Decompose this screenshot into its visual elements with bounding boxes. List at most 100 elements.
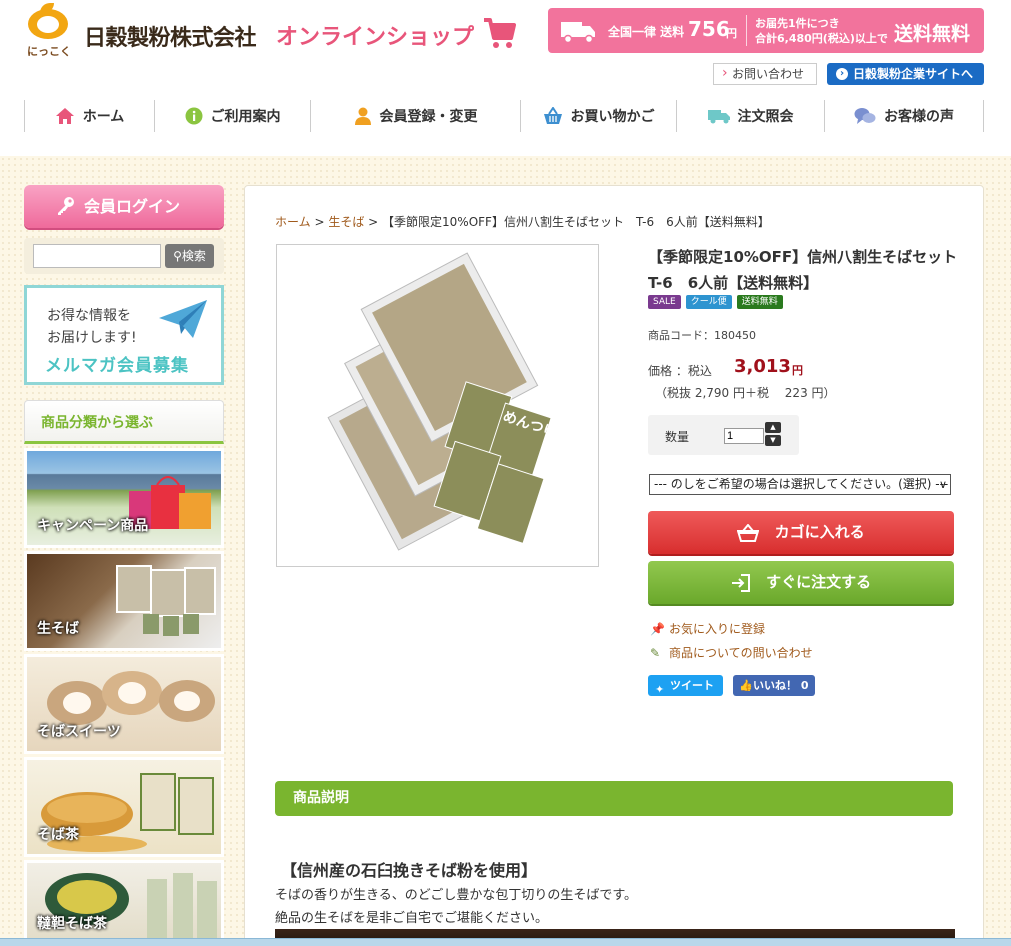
login-label: 会員ログイン bbox=[84, 197, 181, 216]
nav-guide[interactable]: ご利用案内 bbox=[154, 100, 310, 132]
key-icon bbox=[58, 197, 74, 215]
shipping-yen: 円 bbox=[726, 27, 737, 40]
category-label: 生そば bbox=[37, 621, 79, 637]
search-icon: ⚲ bbox=[173, 249, 182, 263]
basket-icon bbox=[737, 523, 760, 542]
home-icon bbox=[55, 108, 74, 124]
favorite-label: お気に入りに登録 bbox=[669, 622, 766, 636]
twitter-bird-icon: ✦ bbox=[655, 683, 665, 696]
member-login-button[interactable]: 会員ログイン bbox=[24, 185, 224, 228]
breadcrumb-separator: > bbox=[364, 215, 383, 229]
shop-name[interactable]: オンラインショップ bbox=[276, 19, 474, 51]
divider bbox=[746, 15, 747, 46]
quantity-up-button[interactable]: ▲ bbox=[765, 422, 781, 433]
nav-voice[interactable]: お客様の声 bbox=[824, 100, 984, 132]
description-heading: 商品説明 bbox=[275, 781, 953, 816]
nav-label: 会員登録・変更 bbox=[379, 109, 478, 125]
sign-in-icon bbox=[731, 573, 750, 592]
shipping-label: 全国一律 送料 bbox=[608, 25, 685, 39]
edit-icon: ✎ bbox=[650, 646, 661, 660]
category-soba-tea[interactable]: そば茶 bbox=[24, 757, 224, 857]
badge-cool: クール便 bbox=[685, 295, 732, 309]
quantity-down-button[interactable]: ▼ bbox=[765, 435, 781, 446]
main-content: ホーム > 生そば > 【季節限定10%OFF】信州八割生そばセット T-6 6… bbox=[244, 185, 984, 946]
quantity-label: 数量 bbox=[665, 430, 690, 444]
breadcrumb-category[interactable]: 生そば bbox=[328, 215, 364, 229]
cart-icon[interactable] bbox=[482, 14, 516, 50]
badge-free-shipping: 送料無料 bbox=[736, 295, 783, 309]
info-icon bbox=[185, 107, 202, 125]
product-inquiry-label: 商品についての問い合わせ bbox=[669, 646, 813, 660]
like-label: いいね！ 0 bbox=[753, 679, 809, 692]
order-now-button[interactable]: すぐに注文する bbox=[648, 561, 954, 604]
search-button-label: 検索 bbox=[181, 249, 206, 263]
shipping-banner: 全国一律 送料 756 円 お届先1件につき 合計6,480円(税込)以上で 送… bbox=[548, 8, 984, 53]
mailmag-line2: お届けします! bbox=[47, 330, 137, 346]
nav-label: 注文照会 bbox=[737, 109, 794, 125]
nav-home[interactable]: ホーム bbox=[24, 100, 154, 132]
breadcrumb: ホーム > 生そば > 【季節限定10%OFF】信州八割生そばセット T-6 6… bbox=[275, 213, 770, 230]
breadcrumb-current: 【季節限定10%OFF】信州八割生そばセット T-6 6人前【送料無料】 bbox=[382, 215, 770, 229]
company-logo[interactable]: にっこく bbox=[24, 3, 74, 59]
paper-plane-icon bbox=[159, 300, 207, 338]
nav-label: ホーム bbox=[82, 109, 125, 125]
mailmag-line3: メルマガ会員募集 bbox=[45, 356, 189, 376]
quantity-input[interactable] bbox=[724, 428, 764, 444]
breadcrumb-home[interactable]: ホーム bbox=[275, 215, 311, 229]
thumbs-up-icon: 👍 bbox=[739, 679, 753, 692]
product-image[interactable]: めんつゆ bbox=[276, 244, 599, 567]
nav-label: お買い物かご bbox=[570, 109, 655, 125]
category-soba-sweets[interactable]: そばスイーツ bbox=[24, 654, 224, 754]
noshi-select[interactable]: --- のしをご希望の場合は選択してください。(選択) --- ∨ bbox=[649, 474, 951, 495]
inquiry-button[interactable]: お問い合わせ bbox=[713, 63, 817, 85]
price-label: 価格 ：税込 bbox=[648, 364, 712, 378]
basket-icon bbox=[543, 107, 562, 124]
search-button[interactable]: ⚲検索 bbox=[165, 244, 214, 268]
soba-package-image bbox=[116, 565, 216, 636]
search-input[interactable] bbox=[33, 244, 161, 268]
category-label: そば茶 bbox=[37, 827, 79, 843]
breadcrumb-separator: > bbox=[310, 215, 329, 229]
category-dattan-soba-tea[interactable]: 韃靼そば茶 bbox=[24, 860, 224, 946]
badge-sale: SALE bbox=[648, 295, 681, 309]
nav-cart[interactable]: お買い物かご bbox=[520, 100, 676, 132]
corporate-site-button[interactable]: › 日穀製粉企業サイトへ bbox=[827, 63, 984, 85]
nav-label: ご利用案内 bbox=[210, 109, 281, 125]
order-now-label: すぐに注文する bbox=[766, 573, 872, 591]
window-bottom-edge bbox=[0, 938, 1011, 946]
dattan-tea-image bbox=[45, 873, 217, 943]
user-icon bbox=[354, 107, 371, 125]
add-to-cart-button[interactable]: カゴに入れる bbox=[648, 511, 954, 554]
shipping-condition-2: 合計6,480円(税込)以上で bbox=[755, 32, 888, 45]
tweet-button[interactable]: ✦ ツイート bbox=[648, 675, 723, 696]
favorite-link[interactable]: 📌 お気に入りに登録 bbox=[650, 620, 765, 637]
mailmag-banner[interactable]: お得な情報を お届けします! メルマガ会員募集 bbox=[24, 285, 224, 385]
tweet-label: ツイート bbox=[670, 679, 714, 692]
global-nav: ホーム ご利用案内 会員登録・変更 お買い物かご 注文照会 お客様の声 bbox=[24, 100, 984, 132]
soba-set-photo: めんつゆ bbox=[327, 252, 559, 551]
category-campaign[interactable]: キャンペーン商品 bbox=[24, 448, 224, 548]
chevron-down-icon: ∨ bbox=[938, 478, 947, 491]
product-code-label: 商品コード： bbox=[648, 329, 714, 342]
facebook-like-button[interactable]: 👍 いいね！ 0 bbox=[733, 675, 815, 696]
nav-member[interactable]: 会員登録・変更 bbox=[310, 100, 520, 132]
price-yen: 円 bbox=[792, 364, 803, 377]
search-box: ⚲検索 bbox=[24, 238, 224, 274]
category-label: キャンペーン商品 bbox=[37, 518, 149, 534]
description-title: 【信州産の石臼挽きそば粉を使用】 bbox=[281, 861, 538, 880]
chat-icon bbox=[854, 108, 876, 124]
nav-order-history[interactable]: 注文照会 bbox=[676, 100, 824, 132]
shipping-condition-1: お届先1件につき bbox=[755, 17, 840, 30]
description-line-2: 絶品の生そばを是非ご自宅でご堪能ください。 bbox=[275, 911, 549, 926]
corporate-site-label: 日穀製粉企業サイトへ bbox=[853, 67, 974, 81]
free-shipping-text: 送料無料 bbox=[894, 23, 971, 45]
logo-ring bbox=[28, 9, 68, 39]
product-badges: SALE クール便 送料無料 bbox=[648, 295, 783, 309]
brand-name[interactable]: 日穀製粉株式会社 bbox=[84, 20, 257, 52]
category-nama-soba[interactable]: 生そば bbox=[24, 551, 224, 651]
truck-icon bbox=[561, 22, 595, 43]
add-to-cart-label: カゴに入れる bbox=[774, 523, 865, 541]
price-tax-breakdown: （税抜 2,790 円＋税 223 円） bbox=[655, 386, 836, 400]
arrow-circle-icon: › bbox=[836, 68, 848, 80]
product-inquiry-link[interactable]: ✎ 商品についての問い合わせ bbox=[650, 644, 813, 661]
